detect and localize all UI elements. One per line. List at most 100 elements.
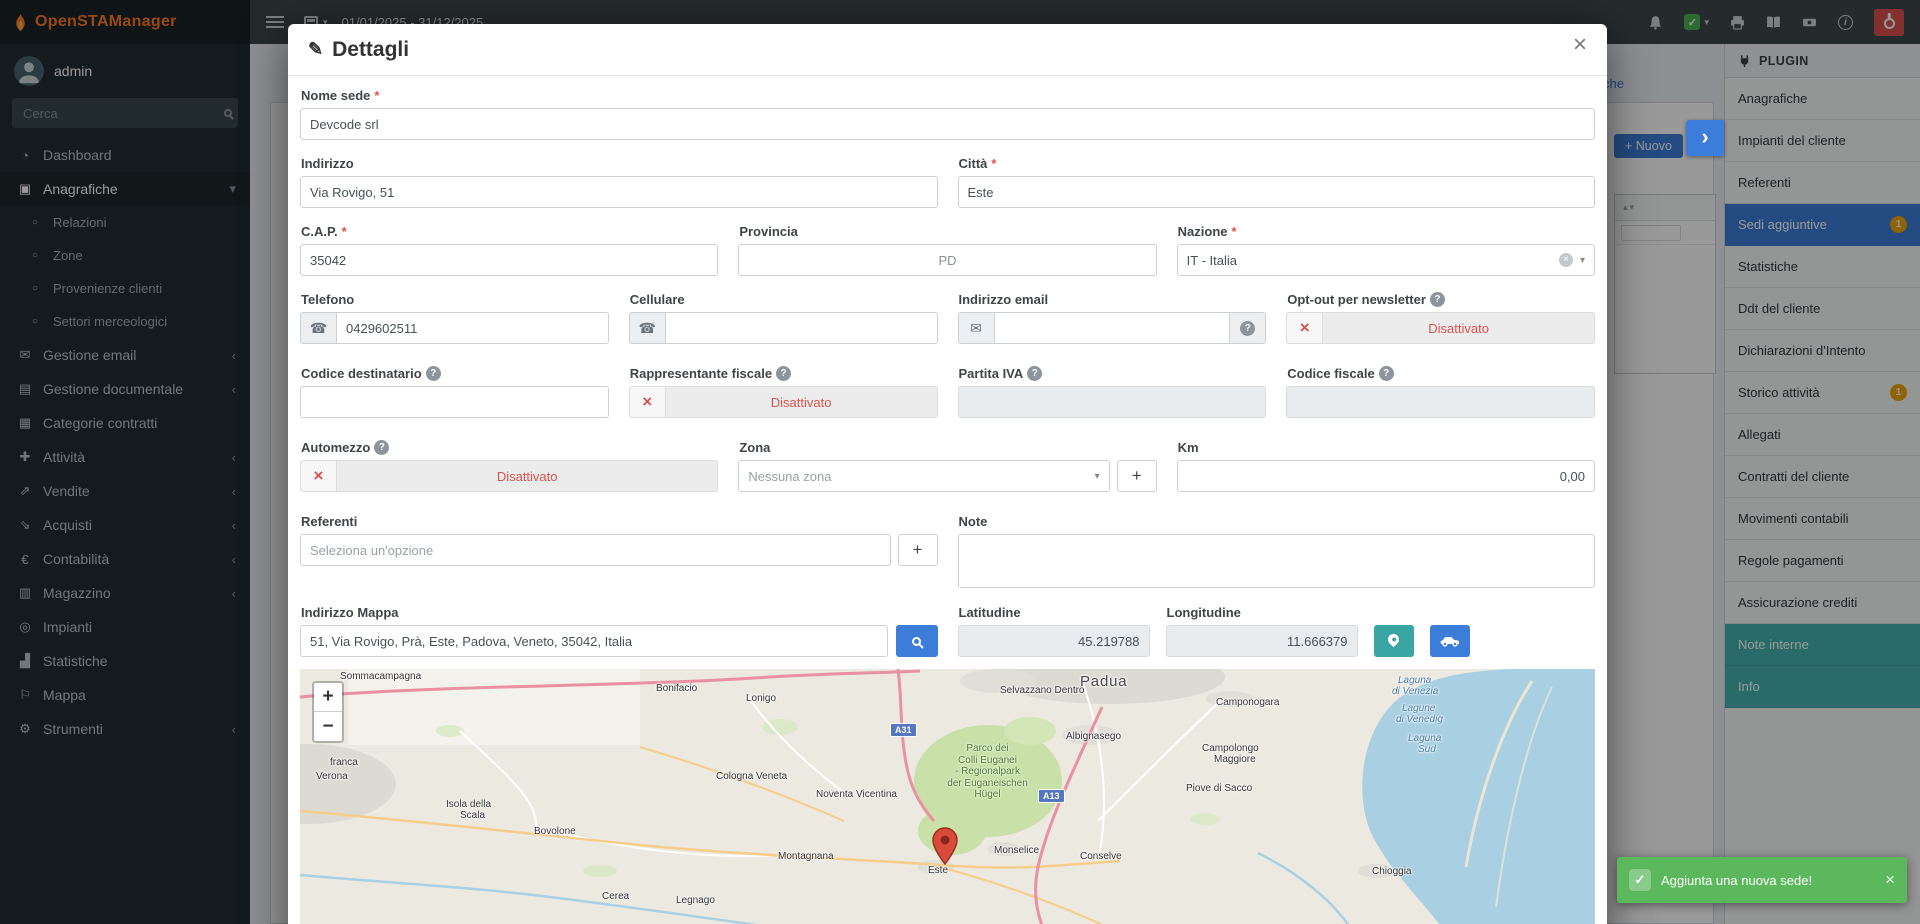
cap-input[interactable]	[300, 244, 718, 276]
panel-collapse-arrow-button[interactable]: ›	[1686, 120, 1724, 156]
field-codice-destinatario: Codice destinatario?	[300, 366, 609, 418]
map-label: Legnago	[676, 895, 715, 906]
zona-select[interactable]: Nessuna zona ▾	[738, 460, 1109, 492]
map-label: Selvazzano Dentro	[1000, 685, 1085, 696]
citta-input[interactable]	[958, 176, 1596, 208]
field-partita-iva: Partita IVA?	[958, 366, 1267, 418]
close-icon[interactable]: ×	[1567, 32, 1593, 58]
field-nazione: Nazione* IT - Italia × ▾	[1177, 224, 1595, 276]
map-label: A31	[890, 723, 917, 737]
map-label: Lonigo	[746, 693, 776, 704]
help-icon[interactable]: ?	[1430, 292, 1445, 307]
field-citta: Città*	[958, 156, 1596, 208]
close-icon[interactable]: ×	[1873, 870, 1907, 890]
map-label: Laguna	[1408, 733, 1441, 744]
car-icon	[1440, 635, 1460, 647]
longitudine-input	[1166, 625, 1358, 657]
map-label: Sud	[1418, 744, 1436, 755]
zoom-in-button[interactable]: +	[314, 683, 342, 712]
field-indirizzo: Indirizzo	[300, 156, 938, 208]
indirizzo-mappa-input[interactable]	[300, 625, 888, 657]
field-cap: C.A.P.*	[300, 224, 718, 276]
route-car-button[interactable]	[1430, 625, 1470, 657]
optout-toggle[interactable]: × Disattivato	[1286, 312, 1595, 344]
field-zona: Zona Nessuna zona ▾ +	[738, 440, 1156, 492]
help-icon[interactable]: ?	[1379, 366, 1394, 381]
map-label: Cologna Veneta	[716, 771, 787, 782]
map-label: Sommacampagna	[340, 671, 421, 682]
map-label: Conselve	[1080, 851, 1122, 862]
field-km: Km	[1177, 440, 1595, 492]
field-nome-sede: Nome sede*	[300, 88, 1595, 140]
map-marker-pin[interactable]	[932, 827, 958, 868]
km-input[interactable]	[1177, 460, 1595, 492]
park-label: Parco deiColli Euganei- Regionalparkder …	[915, 743, 1060, 801]
indirizzo-input[interactable]	[300, 176, 938, 208]
field-latitudine: Latitudine	[958, 605, 1150, 657]
field-codice-fiscale: Codice fiscale?	[1286, 366, 1595, 418]
map-label: Camponogara	[1216, 697, 1279, 708]
map-label: Verona	[316, 771, 348, 782]
email-help-button[interactable]: ?	[1230, 312, 1266, 344]
add-zona-button[interactable]: +	[1117, 460, 1157, 492]
map-label: Bonifacio	[656, 683, 697, 694]
field-email: Indirizzo email ✉ ?	[958, 292, 1267, 344]
map-widget[interactable]: Sommacampagna Bonifacio Lonigo Selvazzan…	[300, 669, 1595, 924]
search-icon	[912, 637, 921, 646]
phone-icon: ☎	[629, 312, 665, 344]
note-textarea[interactable]	[958, 534, 1596, 588]
map-label: Bovolone	[534, 826, 576, 837]
map-label: Monselice	[994, 845, 1039, 856]
field-provincia: Provincia	[738, 224, 1156, 276]
help-icon: ?	[1240, 321, 1255, 336]
codice-fiscale-input	[1286, 386, 1595, 418]
referenti-select[interactable]: Seleziona un'opzione	[300, 534, 891, 566]
success-toast: ✓ Aggiunta una nuova sede! ×	[1617, 857, 1907, 903]
email-input[interactable]	[994, 312, 1231, 344]
map-label: Montagnana	[778, 851, 834, 862]
help-icon[interactable]: ?	[426, 366, 441, 381]
phone-icon: ☎	[300, 312, 336, 344]
field-indirizzo-mappa: Indirizzo Mappa	[300, 605, 938, 657]
geocode-search-button[interactable]	[896, 625, 938, 657]
add-referente-button[interactable]: +	[898, 534, 938, 566]
map-pin-icon	[1386, 632, 1402, 648]
nome-sede-input[interactable]	[300, 108, 1595, 140]
field-automezzo: Automezzo? × Disattivato	[300, 440, 718, 492]
telefono-input[interactable]	[336, 312, 609, 344]
field-referenti: Referenti Seleziona un'opzione +	[300, 514, 938, 591]
map-label: Piove di Sacco	[1186, 783, 1252, 794]
field-cellulare: Cellulare ☎	[629, 292, 938, 344]
toast-message: Aggiunta una nuova sede!	[1661, 873, 1873, 888]
latitudine-input	[958, 625, 1150, 657]
locate-on-map-button[interactable]	[1374, 625, 1414, 657]
modal-title: ✎ Dettagli	[308, 38, 409, 62]
field-optout: Opt-out per newsletter? × Disattivato	[1286, 292, 1595, 344]
zoom-out-button[interactable]: −	[314, 712, 342, 741]
field-rappresentante-fiscale: Rappresentante fiscale? × Disattivato	[629, 366, 938, 418]
x-off-icon: ×	[1287, 313, 1323, 343]
map-zoom-control: + −	[312, 681, 344, 743]
rappresentante-toggle[interactable]: × Disattivato	[629, 386, 938, 418]
field-telefono: Telefono ☎	[300, 292, 609, 344]
caret-down-icon: ▾	[1095, 471, 1100, 482]
partita-iva-input	[958, 386, 1267, 418]
map-label: Albignasego	[1066, 731, 1121, 742]
clear-icon[interactable]: ×	[1559, 253, 1573, 267]
map-label: Maggiore	[1214, 754, 1256, 765]
codice-destinatario-input[interactable]	[300, 386, 609, 418]
help-icon[interactable]: ?	[1027, 366, 1042, 381]
automezzo-toggle[interactable]: × Disattivato	[300, 460, 718, 492]
cellulare-input[interactable]	[665, 312, 938, 344]
map-label: franca	[330, 757, 358, 768]
map-label: di Venezia	[1392, 686, 1438, 697]
help-icon[interactable]: ?	[776, 366, 791, 381]
x-off-icon: ×	[630, 387, 666, 417]
help-icon[interactable]: ?	[374, 440, 389, 455]
map-label: Laguna	[1398, 675, 1431, 686]
map-label: Cerea	[602, 891, 629, 902]
dettagli-modal: ✎ Dettagli × Nome sede* Indirizzo Città*…	[288, 24, 1607, 924]
map-label: Chioggia	[1372, 866, 1411, 877]
provincia-input[interactable]	[738, 244, 1156, 276]
nazione-select[interactable]: IT - Italia × ▾	[1177, 244, 1595, 276]
